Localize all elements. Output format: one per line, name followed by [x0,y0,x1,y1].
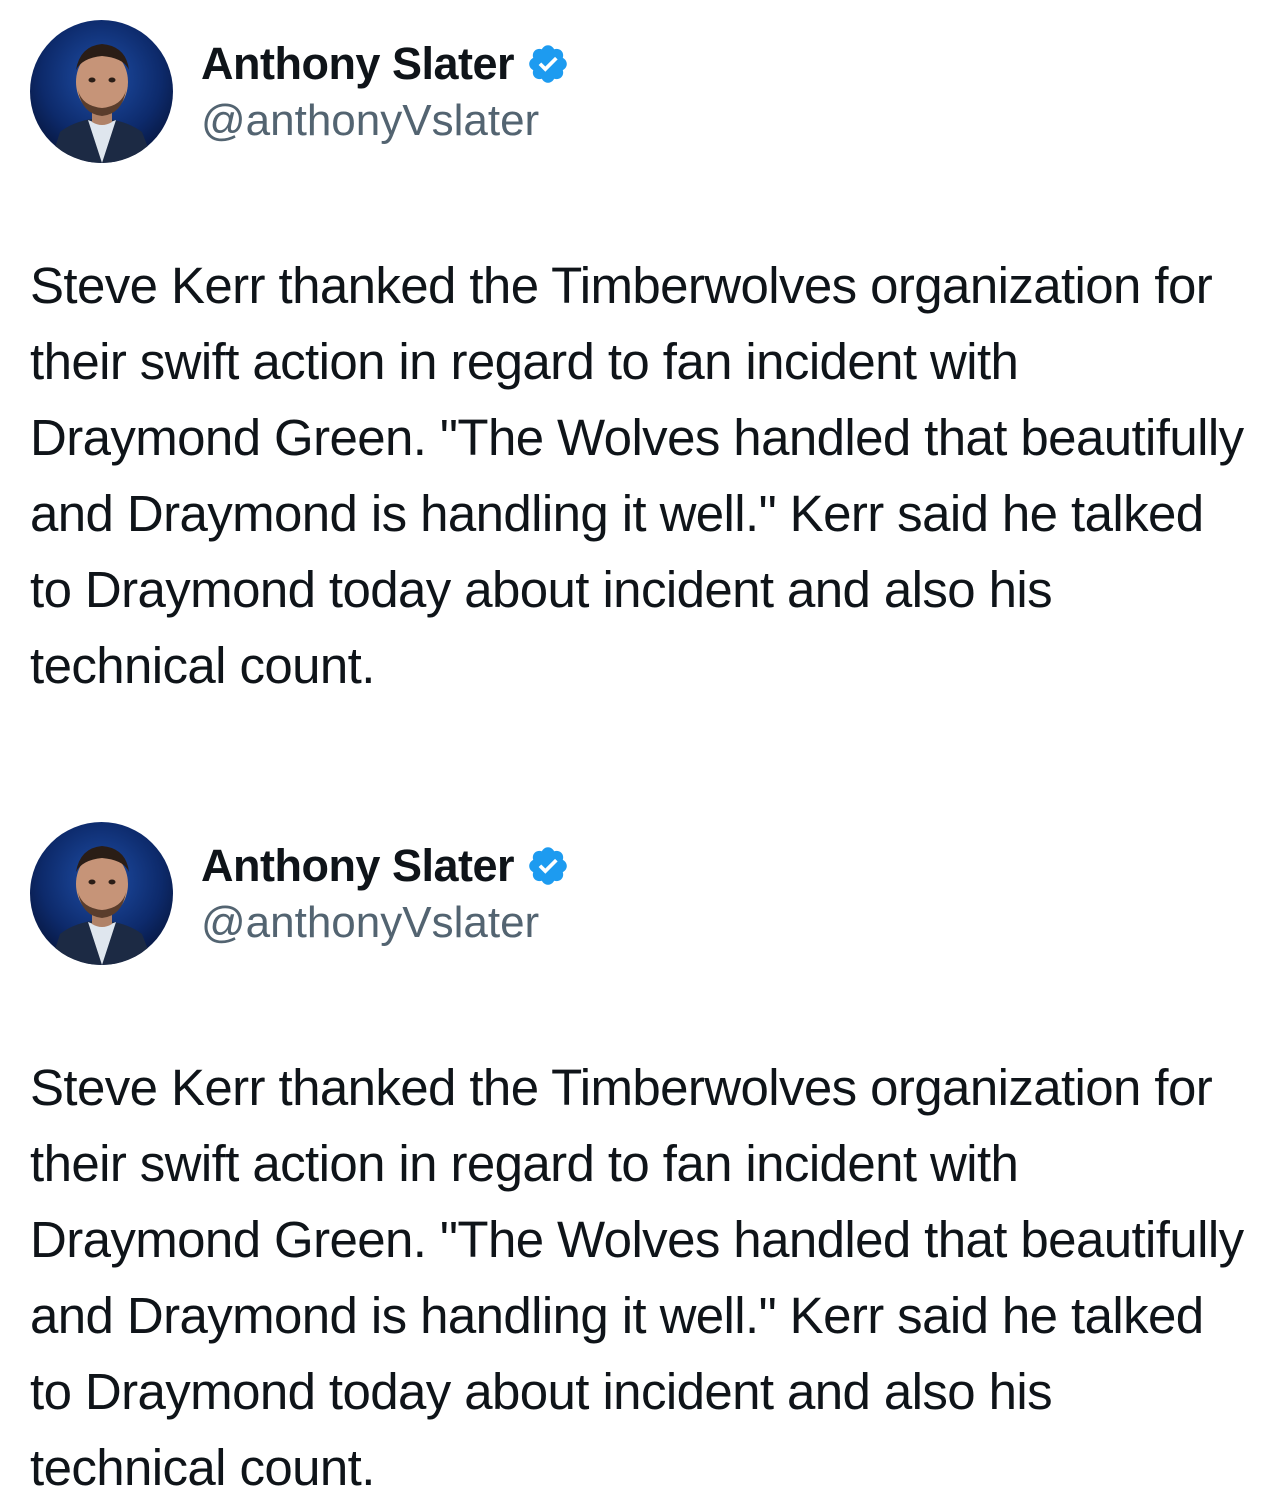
avatar[interactable] [30,822,173,965]
profile-photo-icon [30,822,173,965]
user-handle[interactable]: @anthonyVslater [201,898,539,948]
tweet-header: Anthony Slater @anthonyVslater [30,20,1250,165]
tweet-text: Steve Kerr thanked the Timberwolves orga… [30,257,1244,694]
tweet-header: Anthony Slater @anthonyVslater [30,822,1250,967]
display-name[interactable]: Anthony Slater [201,38,515,90]
name-row: Anthony Slater [201,36,570,92]
display-name[interactable]: Anthony Slater [201,840,515,892]
tweet-text: Steve Kerr thanked the Timberwolves orga… [30,1059,1244,1496]
avatar[interactable] [30,20,173,163]
user-handle[interactable]: @anthonyVslater [201,96,539,146]
name-row: Anthony Slater [201,838,570,894]
verified-badge-icon [529,45,567,83]
profile-photo-icon [30,20,173,163]
verified-badge-icon [529,847,567,885]
